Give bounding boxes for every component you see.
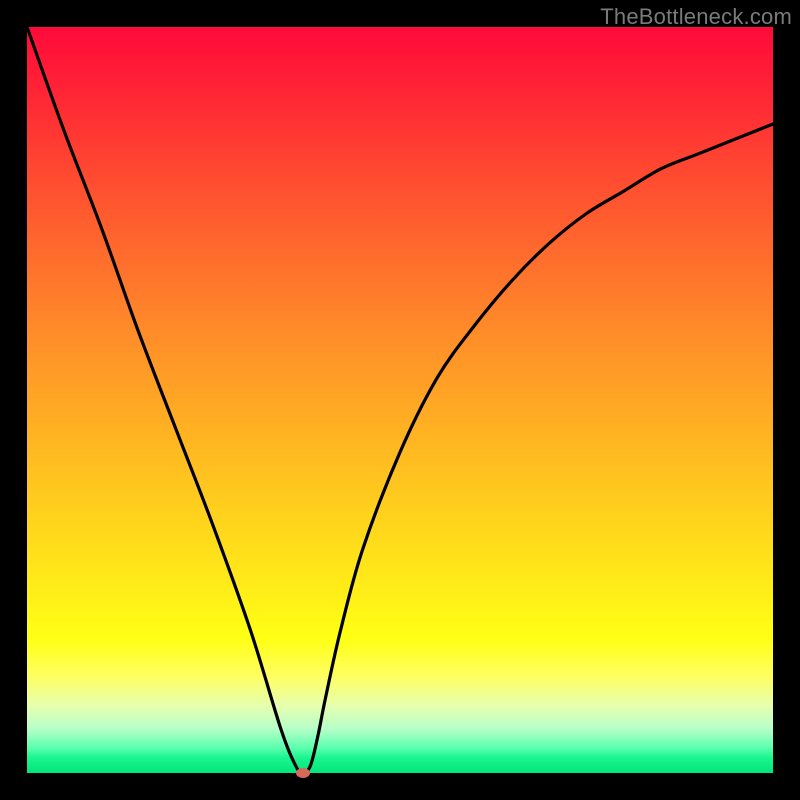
chart-background-gradient [27,27,773,773]
chart-area [27,27,773,773]
chart-marker-dot [296,768,310,778]
